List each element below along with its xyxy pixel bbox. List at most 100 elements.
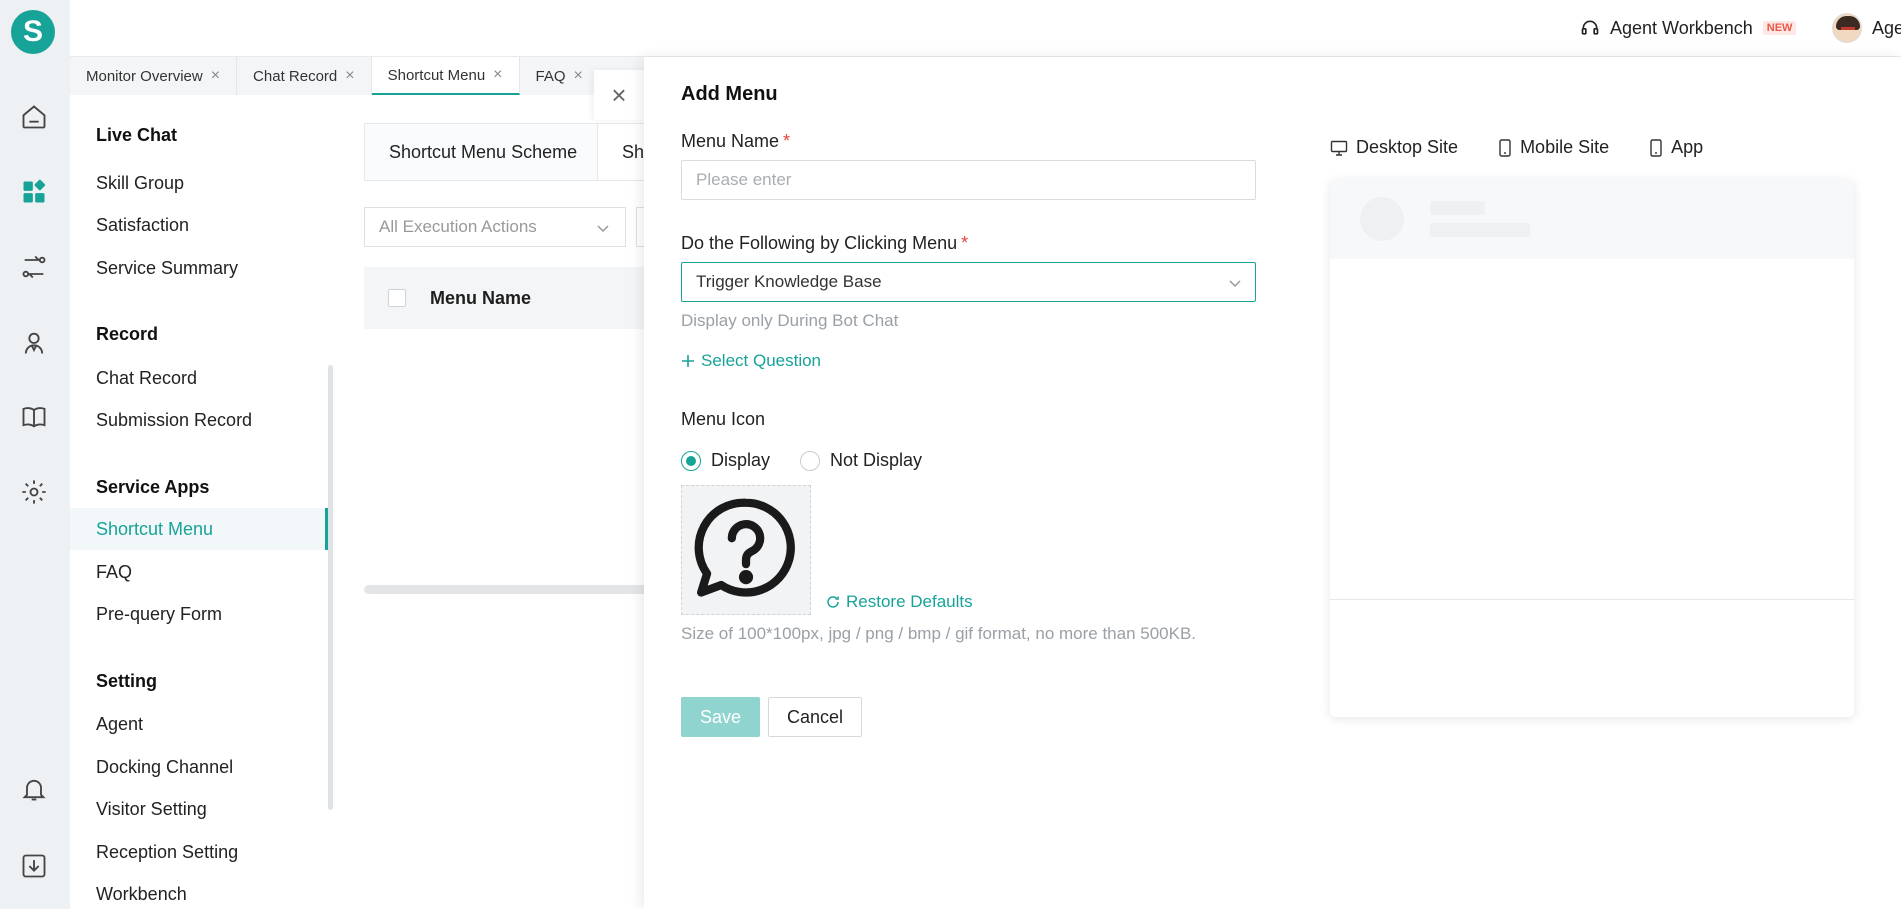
main-content: Shortcut Menu Scheme Sh All Execution Ac… xyxy=(334,95,664,909)
select-question-link[interactable]: Select Question xyxy=(681,351,821,371)
sidebar-item-faq[interactable]: FAQ xyxy=(70,551,328,593)
icon-size-hint: Size of 100*100px, jpg / png / bmp / gif… xyxy=(681,624,1197,643)
tab-desktop-site[interactable]: Desktop Site xyxy=(1330,137,1458,158)
restore-defaults-link[interactable]: Restore Defaults xyxy=(826,592,973,612)
mobile-icon xyxy=(1499,138,1511,157)
agent-account-menu[interactable]: Agent xyxy=(1832,11,1901,45)
sidebar-item-chat-record[interactable]: Chat Record xyxy=(70,357,328,399)
skeleton-line xyxy=(1430,223,1530,237)
preview-header-skeleton xyxy=(1330,179,1854,259)
menu-icon-radio-group: Display Not Display xyxy=(681,450,922,471)
new-badge: NEW xyxy=(1762,21,1797,35)
close-drawer-button[interactable]: × xyxy=(594,70,644,120)
radio-indicator xyxy=(681,450,701,471)
sidebar-item-reception-setting[interactable]: Reception Setting xyxy=(70,831,328,873)
sidebar-item-skill-group[interactable]: Skill Group xyxy=(70,162,328,204)
close-icon[interactable]: × xyxy=(211,68,220,84)
menu-icon-label: Menu Icon xyxy=(681,409,766,429)
sidebar-item-pre-query-form[interactable]: Pre-query Form xyxy=(70,593,328,635)
sidebar-item-satisfaction[interactable]: Satisfaction xyxy=(70,204,328,246)
sidebar-group-title: Record xyxy=(96,324,159,344)
drawer-title: Add Menu xyxy=(681,83,778,105)
action-label: Do the Following by Clicking Menu * xyxy=(681,233,969,253)
routing-icon[interactable] xyxy=(19,252,49,282)
sidebar-item-shortcut-menu[interactable]: Shortcut Menu xyxy=(70,508,328,550)
tab-label: Monitor Overview xyxy=(86,67,203,85)
execution-actions-filter[interactable]: All Execution Actions xyxy=(364,207,626,247)
chevron-down-icon xyxy=(597,225,609,233)
agent-name: Agent xyxy=(1872,17,1901,38)
add-menu-drawer: Add Menu Menu Name* Do the Following by … xyxy=(644,57,1901,909)
save-button[interactable]: Save xyxy=(681,697,761,737)
tab-monitor-overview[interactable]: Monitor Overview × xyxy=(70,57,238,95)
tab-label: FAQ xyxy=(535,67,566,85)
filter-placeholder: All Execution Actions xyxy=(379,217,537,236)
table-header: Menu Name xyxy=(364,267,664,329)
sidebar-item-agent[interactable]: Agent xyxy=(70,703,328,745)
action-hint: Display only During Bot Chat xyxy=(681,311,899,330)
action-select[interactable]: Trigger Knowledge Base xyxy=(681,262,1256,302)
download-icon[interactable] xyxy=(19,851,49,881)
radio-indicator xyxy=(800,450,821,471)
menu-icon-upload[interactable] xyxy=(681,485,811,615)
close-icon[interactable]: × xyxy=(574,68,583,84)
required-mark: * xyxy=(961,233,969,253)
tab-shortcut-menu[interactable]: Shortcut Menu × xyxy=(371,57,520,95)
sidebar: Live Chat Skill Group Satisfaction Servi… xyxy=(70,95,334,909)
apps-icon[interactable] xyxy=(19,177,49,207)
close-icon: × xyxy=(611,79,627,110)
menu-name-input[interactable] xyxy=(681,160,1256,200)
app-logo[interactable]: S xyxy=(11,10,55,54)
tab-chat-record[interactable]: Chat Record × xyxy=(237,57,372,95)
tab-label: Chat Record xyxy=(253,67,338,85)
cancel-button[interactable]: Cancel xyxy=(768,697,863,737)
skeleton-avatar xyxy=(1360,197,1404,241)
refresh-icon xyxy=(827,596,839,608)
radio-not-display[interactable]: Not Display xyxy=(800,450,922,471)
close-icon[interactable]: × xyxy=(493,67,502,83)
column-header-menu-name: Menu Name xyxy=(430,287,532,308)
close-icon[interactable]: × xyxy=(345,68,354,84)
sidebar-group-title: Live Chat xyxy=(96,125,178,145)
radio-display[interactable]: Display xyxy=(681,450,770,471)
knowledge-book-icon[interactable] xyxy=(19,402,49,432)
nav-rail: S xyxy=(0,0,70,909)
app-icon xyxy=(1650,138,1662,157)
action-select-value: Trigger Knowledge Base xyxy=(696,272,882,291)
sidebar-group-title: Setting xyxy=(96,671,157,691)
settings-gear-icon[interactable] xyxy=(19,477,49,507)
home-icon[interactable] xyxy=(19,102,49,132)
table-horizontal-scrollbar[interactable] xyxy=(364,585,654,594)
tab-shortcut-menu-scheme[interactable]: Shortcut Menu Scheme xyxy=(364,123,603,181)
sidebar-item-submission-record[interactable]: Submission Record xyxy=(70,399,328,441)
chat-preview-panel xyxy=(1330,179,1854,717)
plus-icon xyxy=(682,355,694,367)
skeleton-line xyxy=(1430,201,1485,215)
tab-mobile-site[interactable]: Mobile Site xyxy=(1498,137,1609,158)
desktop-icon xyxy=(1330,140,1348,156)
sidebar-item-workbench[interactable]: Workbench xyxy=(70,873,328,909)
sidebar-item-docking-channel[interactable]: Docking Channel xyxy=(70,746,328,788)
preview-divider xyxy=(1330,599,1854,600)
avatar xyxy=(1832,13,1862,43)
chevron-down-icon xyxy=(1229,280,1241,288)
sidebar-group-title: Service Apps xyxy=(96,477,210,497)
required-mark: * xyxy=(783,131,791,151)
sidebar-scrollbar[interactable] xyxy=(328,365,333,810)
preview-tabs: Desktop Site Mobile Site App xyxy=(1330,137,1703,158)
contacts-icon[interactable] xyxy=(19,328,49,358)
select-all-checkbox[interactable] xyxy=(388,289,406,307)
top-bar: Agent Workbench NEW Agent xyxy=(70,0,1901,57)
tab-label: Shortcut Menu xyxy=(387,66,486,84)
tab-app[interactable]: App xyxy=(1649,137,1703,158)
tab-faq[interactable]: FAQ × xyxy=(520,57,599,95)
headset-icon xyxy=(1581,20,1599,35)
question-chat-icon xyxy=(694,498,795,597)
tab-bar: Monitor Overview × Chat Record × Shortcu… xyxy=(70,57,670,95)
menu-name-label: Menu Name * xyxy=(681,131,791,151)
sidebar-item-service-summary[interactable]: Service Summary xyxy=(70,247,328,289)
notification-bell-icon[interactable] xyxy=(19,774,49,804)
sidebar-item-visitor-setting[interactable]: Visitor Setting xyxy=(70,788,328,830)
agent-workbench-link[interactable]: Agent Workbench NEW xyxy=(1580,14,1797,42)
agent-workbench-label: Agent Workbench xyxy=(1610,17,1753,38)
